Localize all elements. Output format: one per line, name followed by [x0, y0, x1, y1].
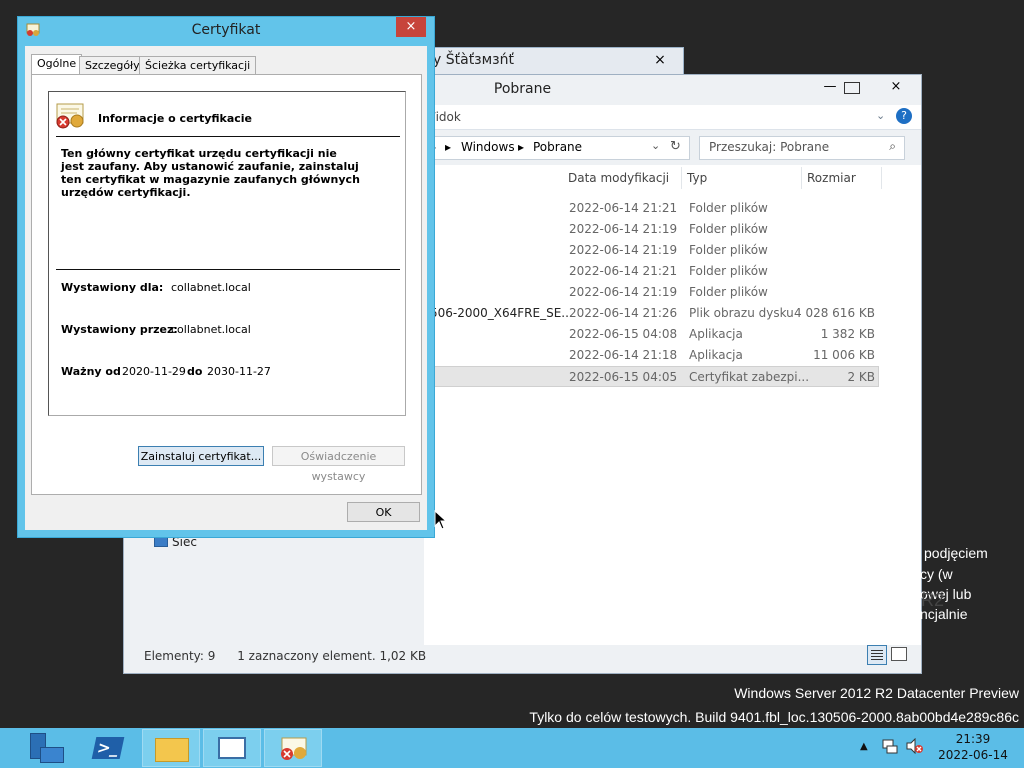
- status-selection: 1 zaznaczony element. 1,02 KB: [237, 649, 427, 663]
- issued-by-value: collabnet.local: [171, 323, 251, 336]
- certificate-error-icon: [55, 102, 87, 130]
- ok-button[interactable]: OK: [347, 502, 420, 522]
- issued-to-value: collabnet.local: [171, 281, 251, 294]
- tray-time[interactable]: 21:39: [933, 732, 1013, 746]
- chevron-down-icon[interactable]: ⌄: [876, 109, 885, 122]
- desktop-text-fragment: R2: [921, 590, 945, 610]
- table-row[interactable]: 2022-06-14 21:19 Folder plików: [424, 219, 879, 240]
- install-certificate-button[interactable]: Zainstaluj certyfikat...: [138, 446, 264, 466]
- column-header-type[interactable]: Typ: [682, 167, 802, 189]
- background-window-title: y Šťàťзмзńť: [433, 52, 514, 68]
- issued-to-label: Wystawiony dla:: [61, 281, 164, 294]
- table-row[interactable]: 2022-06-14 21:21 Folder plików: [424, 198, 879, 219]
- watermark-line-2: Tylko do celów testowych. Build 9401.fbl…: [529, 709, 1019, 725]
- app-window-icon: [218, 737, 246, 759]
- table-row[interactable]: 2022-06-15 04:08 Aplikacja 1 382 KB: [424, 324, 879, 345]
- tab-general[interactable]: Ogólne: [31, 54, 83, 76]
- valid-from-label: Ważny od: [61, 365, 121, 378]
- issued-by-label: Wystawiony przez:: [61, 323, 178, 336]
- taskbar-powershell[interactable]: >_: [80, 729, 138, 767]
- divider: [56, 136, 400, 137]
- taskbar-server-manager[interactable]: [18, 729, 76, 767]
- background-window-close-button[interactable]: ×: [643, 50, 677, 70]
- status-item-count: Elementy: 9: [144, 649, 216, 663]
- file-list[interactable]: Data modyfikacji Typ Rozmiar 2022-06-14 …: [424, 165, 921, 645]
- tab-details[interactable]: Szczegóły: [79, 56, 146, 75]
- chevron-right-icon: ▸: [445, 140, 452, 154]
- certificate-icon: [279, 736, 309, 762]
- mouse-cursor-icon: [434, 509, 448, 530]
- tab-certification-path[interactable]: Ścieżka certyfikacji: [139, 56, 257, 75]
- certificate-heading: Informacje o certyfikacie: [98, 112, 253, 125]
- divider: [56, 269, 400, 270]
- network-tray-icon[interactable]: [882, 738, 898, 754]
- details-view-icon[interactable]: [867, 645, 887, 665]
- watermark-line-1: Windows Server 2012 R2 Datacenter Previe…: [734, 685, 1019, 701]
- close-button[interactable]: ×: [876, 77, 916, 97]
- desktop-text-2: cy (w: [920, 566, 953, 582]
- valid-to-label: do: [187, 365, 203, 378]
- taskbar-app-window[interactable]: [203, 729, 261, 767]
- show-hidden-icons-icon[interactable]: ▲: [860, 741, 868, 752]
- tray-date[interactable]: 2022-06-14: [933, 748, 1013, 762]
- table-row[interactable]: 506-2000_X64FRE_SE... 2022-06-14 21:26 P…: [424, 303, 879, 324]
- column-header-size[interactable]: Rozmiar: [802, 167, 882, 189]
- taskbar: >_ ▲ 21:39 2022-06-14: [0, 728, 1024, 768]
- table-row[interactable]: 2022-06-14 21:19 Folder plików: [424, 240, 879, 261]
- refresh-icon[interactable]: ↻: [670, 139, 681, 154]
- volume-muted-icon[interactable]: [906, 737, 924, 755]
- file-explorer-icon: [155, 738, 189, 762]
- minimize-button[interactable]: —: [816, 77, 844, 97]
- powershell-icon: >_: [91, 737, 125, 759]
- table-row[interactable]: 2022-06-14 21:18 Aplikacja 11 006 KB: [424, 345, 879, 366]
- address-bar[interactable]: ⌄ ▸ Windows ▸ Pobrane ⌄ ↻: [424, 136, 690, 160]
- chevron-right-icon: ▸: [518, 140, 525, 154]
- maximize-button[interactable]: [844, 82, 860, 94]
- trust-warning-text: Ten główny certyfikat urzędu certyfikacj…: [61, 147, 360, 199]
- dialog-close-button[interactable]: ×: [396, 17, 426, 37]
- breadcrumb-windows[interactable]: Windows: [461, 140, 515, 154]
- search-icon[interactable]: ⌕: [889, 139, 896, 154]
- server-manager-icon-toolbox: [40, 747, 64, 763]
- certificate-dialog[interactable]: Certyfikat × Ogólne Szczegóły Ścieżka ce…: [17, 16, 435, 538]
- table-row[interactable]: 2022-06-14 21:19 Folder plików: [424, 282, 879, 303]
- table-row[interactable]: 2022-06-14 21:21 Folder plików: [424, 261, 879, 282]
- column-header-date[interactable]: Data modyfikacji: [563, 167, 682, 189]
- status-bar: Elementy: 9 1 zaznaczony element. 1,02 K…: [144, 649, 426, 663]
- help-icon[interactable]: ?: [896, 108, 912, 124]
- taskbar-certificate[interactable]: [264, 729, 322, 767]
- search-input[interactable]: Przeszukaj: Pobrane: [709, 140, 829, 154]
- table-row-selected[interactable]: 2022-06-15 04:05 Certyfikat zabezpi... 2…: [424, 366, 879, 387]
- tab-panel-general: Informacje o certyfikacie Ten główny cer…: [31, 74, 422, 495]
- background-window[interactable]: y Šťàťзмзńť ×: [420, 47, 684, 77]
- search-box[interactable]: Przeszukaj: Pobrane ⌕: [699, 136, 905, 160]
- large-icons-view-icon[interactable]: [891, 647, 907, 661]
- issuer-statement-button[interactable]: Oświadczenie wystawcy: [272, 446, 405, 483]
- dialog-body: Ogólne Szczegóły Ścieżka certyfikacji In…: [25, 46, 427, 530]
- breadcrumb-pobrane[interactable]: Pobrane: [533, 140, 582, 154]
- certificate-info-panel: Informacje o certyfikacie Ten główny cer…: [48, 91, 406, 416]
- valid-from-value: 2020-11-29: [122, 365, 186, 378]
- taskbar-file-explorer[interactable]: [142, 729, 200, 767]
- dialog-title: Certyfikat: [191, 22, 261, 38]
- valid-to-value: 2030-11-27: [207, 365, 271, 378]
- chevron-down-icon[interactable]: ⌄: [651, 139, 660, 152]
- desktop-text-1: podjęciem: [924, 545, 988, 561]
